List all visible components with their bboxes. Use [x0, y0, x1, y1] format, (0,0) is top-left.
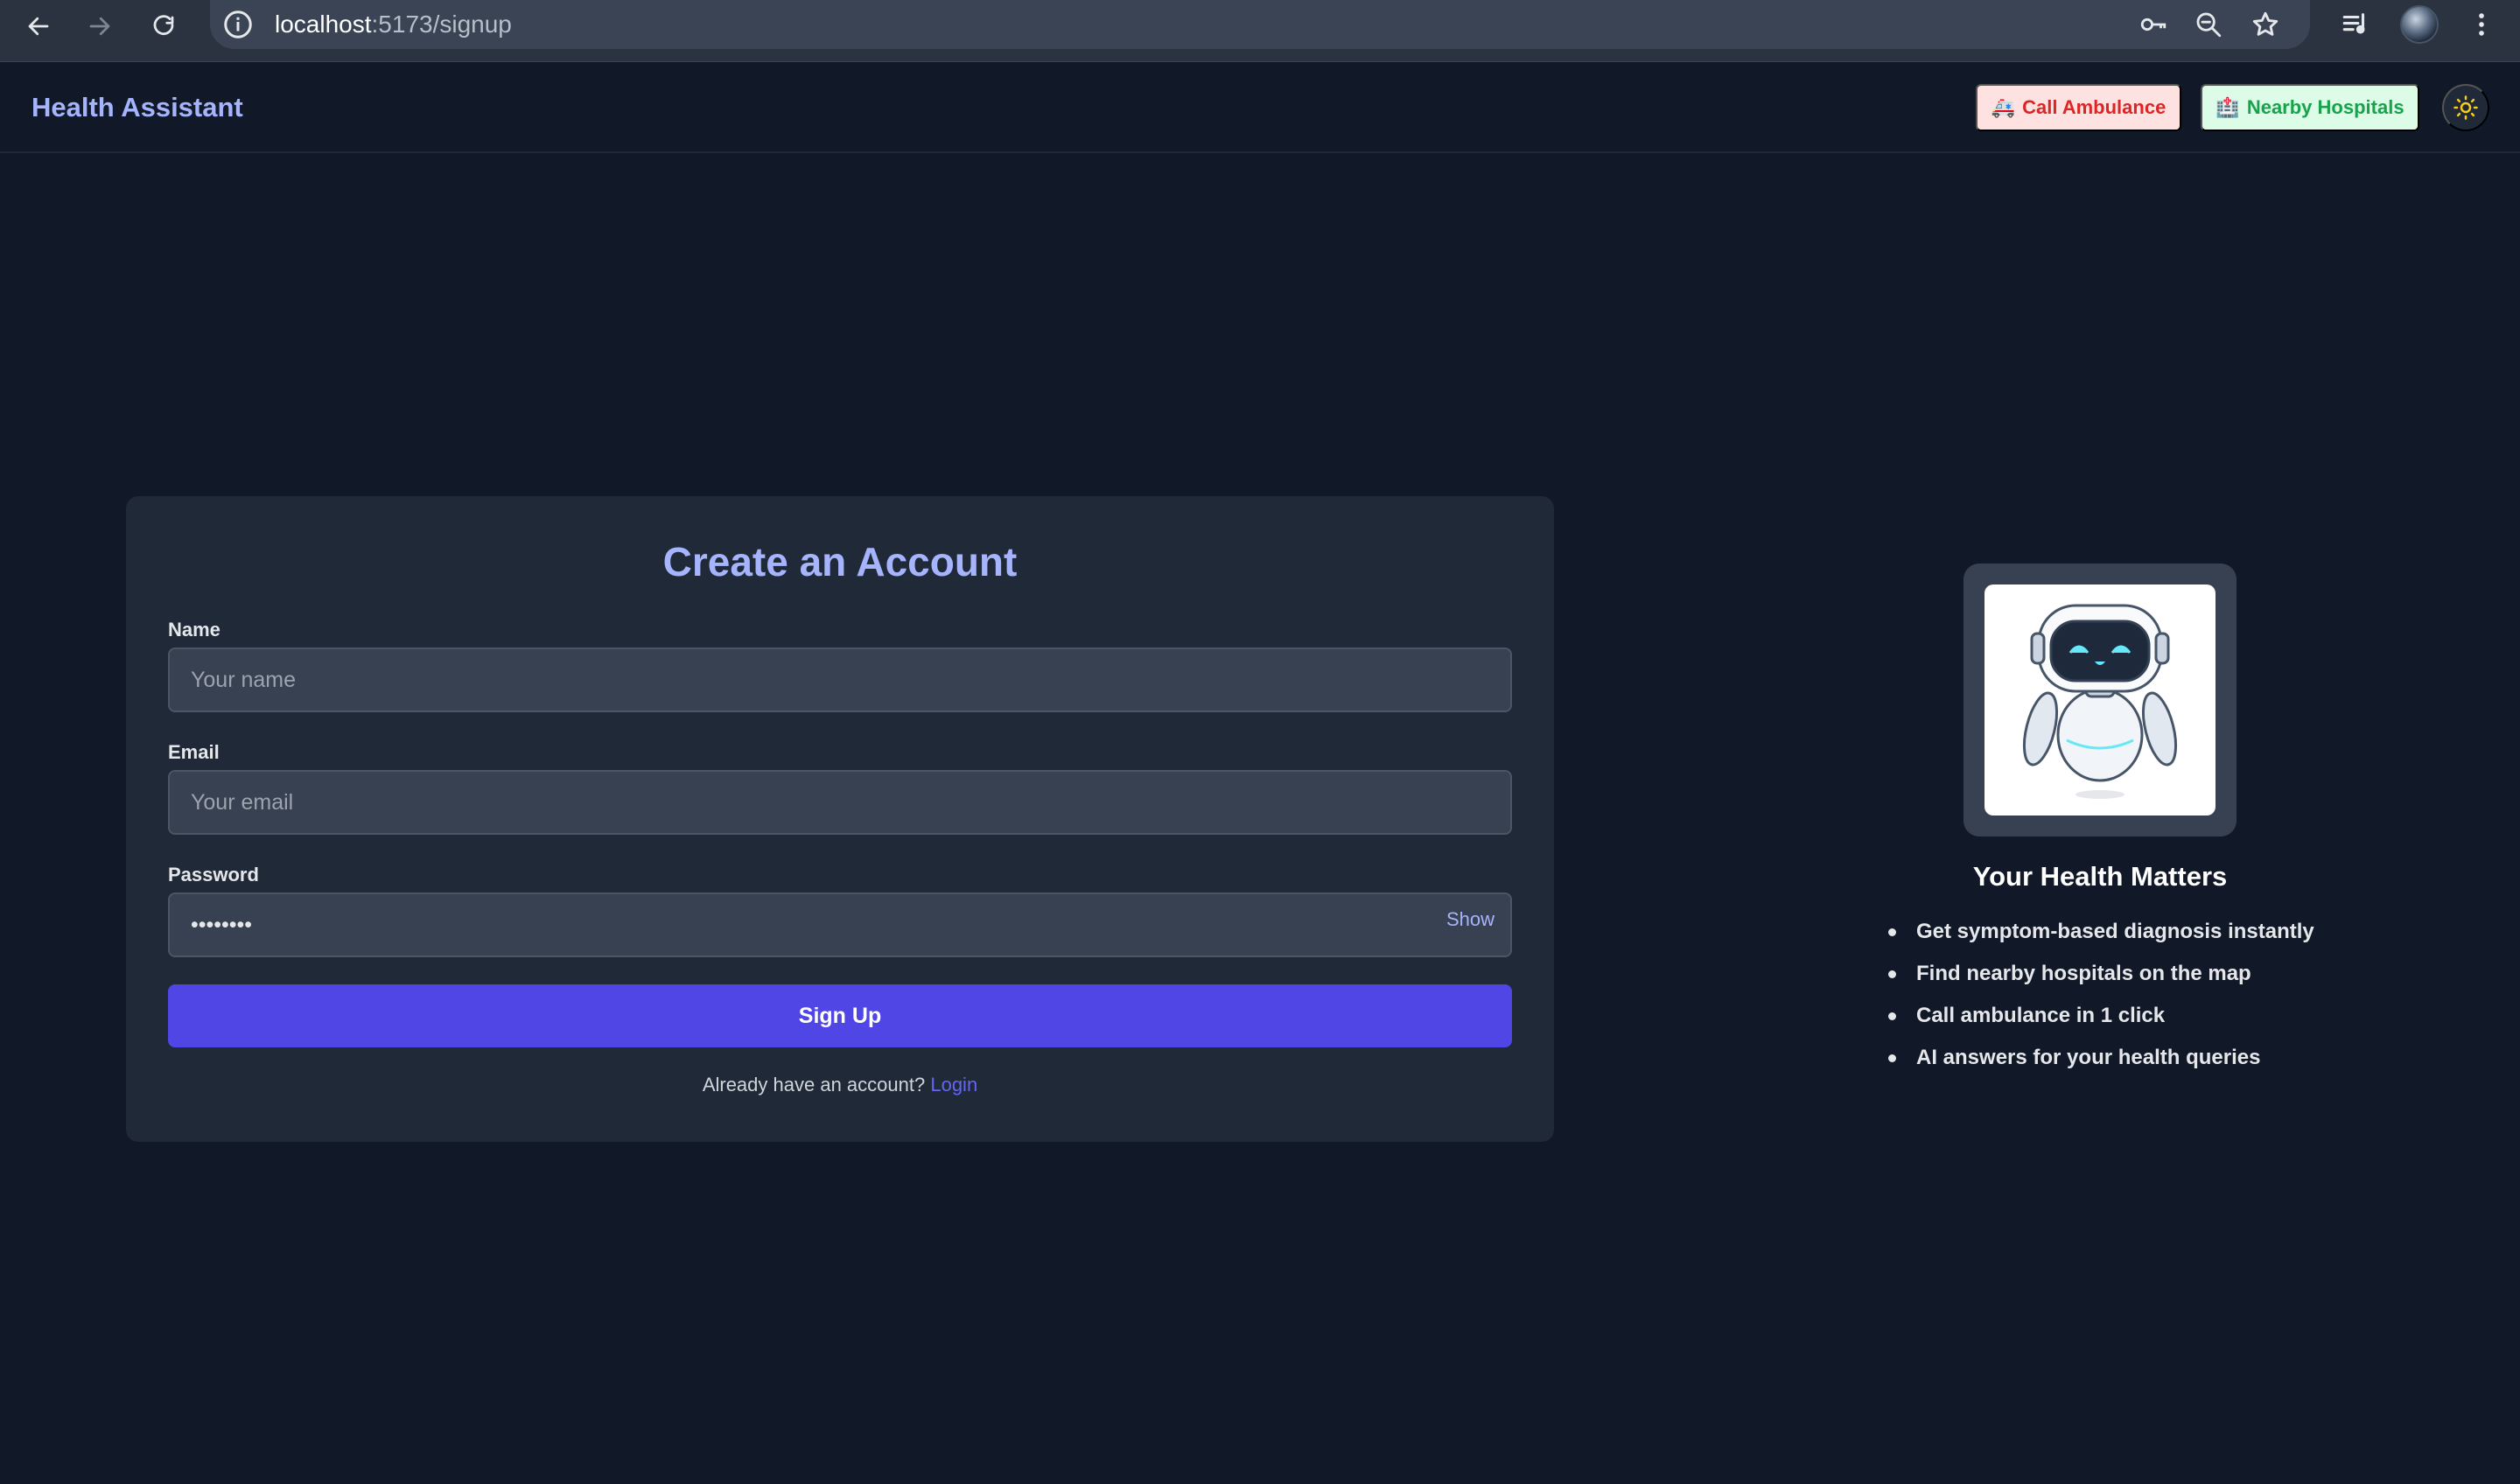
reload-icon[interactable] [143, 5, 185, 47]
list-item: Call ambulance in 1 click [1885, 1003, 2314, 1045]
more-menu-icon[interactable] [2462, 5, 2501, 44]
back-icon[interactable] [18, 5, 60, 47]
robot-illustration [1984, 584, 2216, 816]
name-label: Name [168, 619, 220, 640]
list-item: AI answers for your health queries [1885, 1045, 2314, 1087]
call-ambulance-button[interactable]: 🚑 Call Ambulance [1976, 84, 2181, 131]
hospital-icon: 🏥 [2216, 96, 2240, 118]
email-input[interactable] [168, 770, 1512, 835]
nearby-hospitals-button[interactable]: 🏥 Nearby Hospitals [2201, 84, 2419, 131]
profile-avatar[interactable] [2400, 5, 2439, 44]
login-link[interactable]: Login [930, 1074, 977, 1096]
nearby-hospitals-label: Nearby Hospitals [2246, 96, 2404, 118]
signup-card: Create an Account Name Email Password Sh… [126, 496, 1554, 1142]
media-queue-icon[interactable] [2336, 5, 2375, 44]
feature-list: Get symptom-based diagnosis instantly Fi… [1885, 919, 2314, 1087]
robot-image-frame [1964, 564, 2236, 836]
password-input[interactable] [168, 892, 1512, 957]
password-key-icon[interactable] [2137, 8, 2170, 41]
list-item: Get symptom-based diagnosis instantly [1885, 919, 2314, 961]
password-label: Password [168, 864, 259, 886]
site-info-icon[interactable] [222, 9, 254, 40]
forward-icon[interactable] [79, 5, 121, 47]
call-ambulance-label: Call Ambulance [2022, 96, 2166, 118]
sign-up-button[interactable]: Sign Up [168, 984, 1512, 1047]
address-bar[interactable]: localhost:5173/signup [210, 0, 2310, 49]
brand-title[interactable]: Health Assistant [32, 92, 243, 123]
browser-toolbar: localhost:5173/signup [0, 0, 2520, 62]
ambulance-icon: 🚑 [1991, 96, 2016, 118]
login-prompt-text: Already have an account? [702, 1074, 926, 1096]
bookmark-star-icon[interactable] [2249, 8, 2282, 41]
login-prompt: Already have an account? Login [126, 1074, 1554, 1096]
sun-icon [2454, 95, 2478, 120]
list-item: Find nearby hospitals on the map [1885, 961, 2314, 1003]
theme-toggle-button[interactable] [2442, 84, 2489, 131]
app-header: Health Assistant 🚑 Call Ambulance 🏥 Near… [0, 62, 2520, 153]
page-title: Create an Account [662, 539, 1018, 584]
url-text[interactable]: localhost:5173/signup [275, 9, 512, 40]
email-label: Email [168, 741, 220, 763]
info-title: Your Health Matters [1972, 861, 2228, 892]
name-input[interactable] [168, 648, 1512, 712]
zoom-icon[interactable] [2192, 8, 2225, 41]
show-password-button[interactable]: Show [1446, 908, 1494, 931]
